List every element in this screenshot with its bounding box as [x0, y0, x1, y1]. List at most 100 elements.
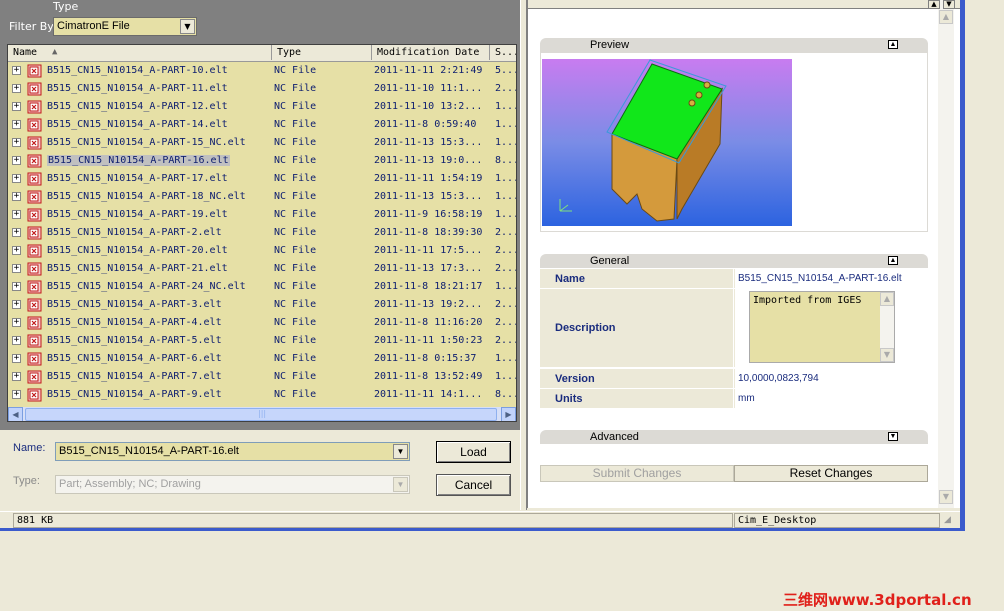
file-name: B515_CN15_N10154_A-PART-3.elt: [47, 299, 222, 310]
file-row[interactable]: + B515_CN15_N10154_A-PART-19.elt NC File 20…: [8, 206, 516, 224]
advanced-section-header[interactable]: Advanced ▼: [540, 430, 928, 444]
scroll-left-arrow-icon[interactable]: ◀: [8, 407, 23, 421]
column-header-name[interactable]: Name ▲: [8, 45, 272, 60]
cancel-button[interactable]: Cancel: [436, 474, 511, 496]
preview-frame: [540, 52, 928, 232]
file-row[interactable]: + B515_CN15_N10154_A-PART-11.elt NC File 20…: [8, 80, 516, 98]
expand-plus-icon[interactable]: +: [12, 336, 21, 345]
file-row[interactable]: + B515_CN15_N10154_A-PART-10.elt NC File 20…: [8, 62, 516, 80]
expand-plus-icon[interactable]: +: [12, 390, 21, 399]
file-name: B515_CN15_N10154_A-PART-17.elt: [47, 173, 228, 184]
expand-plus-icon[interactable]: +: [12, 66, 21, 75]
expand-plus-icon[interactable]: +: [12, 246, 21, 255]
prop-row-description: Description Imported from IGES ▲ ▼: [540, 289, 928, 367]
window-border: [960, 0, 965, 530]
scroll-up-arrow-icon[interactable]: ▲: [939, 10, 953, 24]
file-row[interactable]: + B515_CN15_N10154_A-PART-18_NC.elt NC Fil…: [8, 188, 516, 206]
preview-title: Preview: [590, 39, 630, 51]
expand-plus-icon[interactable]: +: [12, 300, 21, 309]
file-row[interactable]: + B515_CN15_N10154_A-PART-17.elt NC File 20…: [8, 170, 516, 188]
resize-grip-icon[interactable]: ◢: [944, 515, 951, 525]
expand-plus-icon[interactable]: +: [12, 264, 21, 273]
file-type: NC File: [274, 173, 317, 184]
properties-scrollbar[interactable]: ▲ ▼: [938, 0, 954, 508]
filter-dropdown[interactable]: CimatronE File ▼: [53, 17, 197, 36]
panel-splitter[interactable]: [520, 0, 527, 510]
description-textarea[interactable]: Imported from IGES ▲ ▼: [749, 291, 895, 363]
file-row[interactable]: + B515_CN15_N10154_A-PART-3.elt NC File 201…: [8, 296, 516, 314]
preview-section-header[interactable]: Preview ▲: [540, 38, 928, 52]
file-row[interactable]: + B515_CN15_N10154_A-PART-6.elt NC File 201…: [8, 350, 516, 368]
file-row[interactable]: + B515_CN15_N10154_A-PART-14.elt NC File 20…: [8, 116, 516, 134]
description-text: Imported from IGES: [753, 295, 862, 306]
file-row[interactable]: + B515_CN15_N10154_A-PART-12.elt NC File 20…: [8, 98, 516, 116]
general-title: General: [590, 255, 630, 267]
scroll-down-arrow-icon[interactable]: ▼: [943, 0, 955, 9]
expand-plus-icon[interactable]: +: [12, 174, 21, 183]
collapse-up-icon[interactable]: ▲: [888, 256, 898, 265]
expand-plus-icon[interactable]: +: [12, 372, 21, 381]
expand-plus-icon[interactable]: +: [12, 192, 21, 201]
scroll-up-arrow-icon[interactable]: ▲: [880, 292, 894, 306]
chevron-down-icon[interactable]: ▼: [180, 19, 195, 34]
file-row[interactable]: + B515_CN15_N10154_A-PART-20.elt NC File 20…: [8, 242, 516, 260]
file-row[interactable]: + B515_CN15_N10154_A-PART-4.elt NC File 201…: [8, 314, 516, 332]
expand-plus-icon[interactable]: +: [12, 228, 21, 237]
scroll-down-arrow-icon[interactable]: ▼: [939, 490, 953, 504]
prop-row-name: Name B515_CN15_N10154_A-PART-16.elt: [540, 269, 928, 288]
scroll-thumb[interactable]: |||: [25, 408, 497, 421]
nc-file-icon: [27, 208, 42, 222]
nc-file-icon: [27, 280, 42, 294]
file-row[interactable]: + B515_CN15_N10154_A-PART-21.elt NC File 20…: [8, 260, 516, 278]
expand-plus-icon[interactable]: +: [12, 210, 21, 219]
properties-panel: Preview ▲ General ▲ Name B515_CN15_N1015…: [527, 0, 961, 508]
scroll-up-arrow-icon[interactable]: ▲: [928, 0, 940, 9]
horizontal-scrollbar[interactable]: ◀ ||| ▶: [8, 407, 516, 421]
file-row[interactable]: + B515_CN15_N10154_A-PART-2.elt NC File 201…: [8, 224, 516, 242]
file-row[interactable]: + B515_CN15_N10154_A-PART-24_NC.elt NC Fil…: [8, 278, 516, 296]
expand-plus-icon[interactable]: +: [12, 354, 21, 363]
file-list[interactable]: Name ▲ Type Modification Date S... + B515_…: [7, 44, 517, 422]
file-row[interactable]: + B515_CN15_N10154_A-PART-7.elt NC File 201…: [8, 368, 516, 386]
expand-plus-icon[interactable]: +: [12, 282, 21, 291]
chevron-down-icon[interactable]: ▼: [393, 444, 408, 459]
nc-file-icon: [27, 352, 42, 366]
nc-file-icon: [27, 334, 42, 348]
file-size: 1...: [495, 209, 517, 220]
file-date: 2011-11-11 1:50:23: [374, 335, 483, 346]
expand-down-icon[interactable]: ▼: [888, 432, 898, 441]
expand-plus-icon[interactable]: +: [12, 120, 21, 129]
file-type: NC File: [274, 227, 317, 238]
type-field-value: Part; Assembly; NC; Drawing: [59, 478, 201, 490]
file-date: 2011-11-13 15:3...: [374, 137, 483, 148]
prop-value-name[interactable]: B515_CN15_N10154_A-PART-16.elt: [738, 273, 902, 284]
general-section-header[interactable]: General ▲: [540, 254, 928, 268]
file-name: B515_CN15_N10154_A-PART-12.elt: [47, 101, 228, 112]
file-row[interactable]: + B515_CN15_N10154_A-PART-5.elt NC File 201…: [8, 332, 516, 350]
nc-file-icon: [27, 244, 42, 258]
expand-plus-icon[interactable]: +: [12, 318, 21, 327]
file-name: B515_CN15_N10154_A-PART-19.elt: [47, 209, 228, 220]
column-header-size[interactable]: S...: [490, 45, 516, 60]
file-row[interactable]: + B515_CN15_N10154_A-PART-9.elt NC File 201…: [8, 386, 516, 404]
collapse-up-icon[interactable]: ▲: [888, 40, 898, 49]
nc-file-icon: [27, 64, 42, 78]
column-header-date[interactable]: Modification Date: [372, 45, 490, 60]
name-combobox[interactable]: B515_CN15_N10154_A-PART-16.elt ▼: [55, 442, 410, 461]
scroll-right-arrow-icon[interactable]: ▶: [501, 407, 516, 421]
reset-changes-button[interactable]: Reset Changes: [734, 465, 928, 482]
file-size: 2...: [495, 299, 517, 310]
scroll-down-arrow-icon[interactable]: ▼: [880, 348, 894, 362]
file-type: NC File: [274, 317, 317, 328]
column-header-type[interactable]: Type: [272, 45, 372, 60]
file-row[interactable]: + B515_CN15_N10154_A-PART-15_NC.elt NC Fil…: [8, 134, 516, 152]
file-name: B515_CN15_N10154_A-PART-18_NC.elt: [47, 191, 246, 202]
file-size: 1...: [495, 353, 517, 364]
expand-plus-icon[interactable]: +: [12, 84, 21, 93]
expand-plus-icon[interactable]: +: [12, 102, 21, 111]
file-row[interactable]: + B515_CN15_N10154_A-PART-16.elt NC File 20…: [8, 152, 516, 170]
load-button[interactable]: Load: [436, 441, 511, 463]
expand-plus-icon[interactable]: +: [12, 138, 21, 147]
expand-plus-icon[interactable]: +: [12, 156, 21, 165]
description-scrollbar[interactable]: ▲ ▼: [880, 292, 894, 362]
